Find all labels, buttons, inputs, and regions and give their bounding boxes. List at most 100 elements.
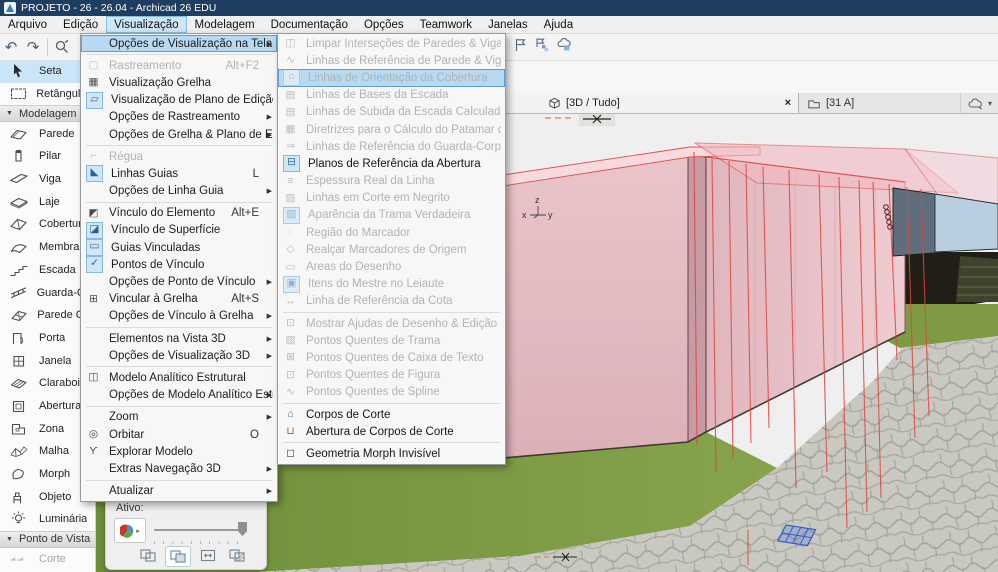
menu-item-opcoes-de-linha-guia[interactable]: Opções de Linha Guia ▶ (81, 183, 277, 200)
orbit-icon: ◎ (88, 428, 99, 441)
submenu-arrow-icon: ▶ (266, 313, 272, 321)
swap-compare-icon[interactable] (196, 546, 220, 565)
menu-item-label: Linhas Guias (111, 167, 179, 180)
menu-separator (86, 145, 272, 147)
zoom-tool-icon[interactable] (51, 37, 73, 57)
3d-cube-icon (548, 96, 561, 110)
hatch-compare-icon[interactable] (225, 546, 249, 565)
empty-icon-gutter (86, 410, 101, 425)
menu-item-opcoes-de-modelo-analitico-estrutural[interactable]: Opções de Modelo Analítico Estrutural▶ (81, 387, 277, 404)
undo-icon[interactable]: ↶ (0, 37, 22, 57)
element-snap-icon: ◩ (88, 206, 99, 219)
menu-item-vinculo-do-elemento[interactable]: ◩ Vínculo do Elemento Alt+E (81, 205, 277, 222)
menu-item-opcoes-de-visualizacao-na-tela[interactable]: Opções de Visualização na Tela ▶ (81, 35, 277, 53)
empty-icon-gutter (86, 331, 101, 346)
menu-item-label: Espessura Real da Linha (306, 175, 435, 188)
menu-item-label: Linhas em Corte em Negrito (306, 192, 450, 205)
menu-item-elementos-na-vista-3d[interactable]: Elementos na Vista 3D ▶ (81, 330, 277, 347)
menu-item-linhas-guias[interactable]: ◣ Linhas Guias L (81, 165, 277, 183)
menubar-item-visualizacao[interactable]: Visualização (106, 16, 187, 33)
cloud-icon[interactable] (967, 96, 984, 110)
menu-item-vincular-a-grelha[interactable]: ⊞ Vincular à Grelha Alt+S (81, 291, 277, 308)
menubar-item-edicao[interactable]: Edição (55, 16, 106, 33)
menu-separator (283, 442, 500, 444)
menu-item-label: Extras Navegação 3D (109, 462, 221, 475)
trace-icon: ▢ (88, 59, 99, 72)
menubar-item-teamwork[interactable]: Teamwork (412, 16, 480, 33)
svg-text:y: y (548, 210, 553, 220)
reference-picker[interactable]: ▸ (114, 518, 146, 543)
close-tab-icon[interactable]: × (785, 97, 791, 109)
ruler-icon: ⌐ (90, 150, 97, 163)
menubar-item-arquivo[interactable]: Arquivo (0, 16, 55, 33)
menu-item-opcoes-de-grelha-plano-de-edicao[interactable]: Opções de Grelha & Plano de Edição▶ (81, 126, 277, 143)
menu-bar: Arquivo Edição Visualização Modelagem Docume… (0, 16, 998, 34)
overlap-compare-icon[interactable] (165, 546, 191, 567)
menu-item-label: Diretrizes para o Cálculo do Patamar da … (306, 123, 501, 136)
menu-item-label: Opções de Visualização na Tela (109, 37, 273, 50)
menubar-item-documentacao[interactable]: Documentação (263, 16, 356, 33)
menu-item-explorar-modelo[interactable]: ϒ Explorar Modelo (81, 443, 277, 460)
submenu-arrow-icon: ▶ (266, 279, 272, 287)
ghost-compare-icon[interactable] (136, 546, 160, 565)
guide-lines-icon: ◣ (86, 165, 103, 183)
menu-item-geometria-morph-invisivel[interactable]: ◻ Geometria Morph Invisível (278, 445, 505, 462)
menu-separator (86, 201, 272, 203)
menu-item-opcoes-de-visualizacao-3d[interactable]: Opções de Visualização 3D ▶ (81, 347, 277, 364)
menu-item-label: Opções de Grelha & Plano de Edição (109, 128, 273, 141)
menu-item-opcoes-de-ponto-de-vinculo[interactable]: Opções de Ponto de Vínculo ▶ (81, 273, 277, 290)
empty-icon-gutter (86, 275, 101, 290)
menu-item-orbitar[interactable]: ◎ Orbitar O (81, 426, 277, 443)
redo-icon[interactable]: ↷ (22, 37, 44, 57)
svg-text:x: x (522, 210, 527, 220)
dropdown-caret-icon[interactable]: ▾ (988, 99, 992, 108)
railing-reference-icon: ⇒ (286, 140, 295, 153)
drawing-frames-icon: ▭ (285, 260, 296, 273)
toolbox-item-label: Luminária (39, 513, 88, 526)
menu-item-visualizacao-grelha[interactable]: ▦ Visualização Grelha (81, 74, 277, 91)
archicad-logo-icon (4, 2, 16, 14)
flag-icon[interactable] (513, 37, 528, 53)
opacity-slider-handle[interactable] (238, 522, 247, 536)
opacity-slider-track[interactable] (154, 529, 246, 531)
flag-elements-icon[interactable] (534, 37, 550, 53)
cutting-body-openings-icon: ⊔ (286, 425, 295, 438)
toolbox-item-label: Janela (39, 354, 72, 367)
menu-item-visualizacao-de-plano-de-edicao[interactable]: ▱ Visualização de Plano de Edição (81, 91, 277, 109)
toolbox-section-ponto-de-vista[interactable]: ▼ Ponto de Vista (0, 530, 95, 548)
menubar-item-ajuda[interactable]: Ajuda (536, 16, 581, 33)
toolbox-item-label: Viga (39, 173, 61, 186)
menu-item-modelo-analitico-estrutural[interactable]: ◫ Modelo Analítico Estrutural (81, 369, 277, 386)
menubar-item-modelagem[interactable]: Modelagem (187, 16, 263, 33)
menu-item-opcoes-de-rastreamento[interactable]: Opções de Rastreamento ▶ (81, 109, 277, 126)
menu-item-opcoes-de-vinculo-a-grelha[interactable]: Opções de Vínculo à Grelha ▶ (81, 308, 277, 325)
menu-item-label: Linhas de Referência do Guarda-Corpo (306, 140, 501, 153)
screen-options-submenu: ◫ Limpar Interseções de Paredes & Vigas ∿ L… (277, 33, 506, 465)
tab-31a[interactable]: [31 A] ▾ (799, 93, 998, 113)
stair-landing-guides-icon: ▦ (285, 123, 296, 136)
menu-item-label: Opções de Rastreamento (109, 111, 241, 124)
menu-item-espessura-real-da-linha: ≡ Espessura Real da Linha (278, 173, 505, 190)
toolbox-item-label: Malha (39, 445, 69, 458)
menubar-item-opcoes[interactable]: Opções (356, 16, 412, 33)
railing-icon (9, 285, 34, 301)
section-label: Modelagem (18, 107, 77, 120)
menu-item-label: Explorar Modelo (109, 445, 193, 458)
menu-item-pontos-de-vinculo[interactable]: ✓ Pontos de Vínculo (81, 256, 277, 274)
menu-item-areas-do-desenho: ▭ Áreas do Desenho (278, 258, 505, 275)
menu-item-planos-de-referencia-da-abertura[interactable]: ⊟ Planos de Referência da Abertura (278, 155, 505, 173)
menu-item-zoom[interactable]: Zoom ▶ (81, 409, 277, 426)
menu-item-label: Pontos de Vínculo (111, 258, 205, 271)
menu-item-atualizar[interactable]: Atualizar ▶ (81, 483, 277, 500)
cloud-object-icon[interactable] (556, 37, 573, 53)
menu-item-corpos-de-corte[interactable]: ⌂ Corpos de Corte (278, 406, 505, 423)
dimension-reference-icon: ↔ (285, 294, 296, 307)
menu-item-extras-navegacao-3d[interactable]: Extras Navegação 3D ▶ (81, 460, 277, 477)
editing-helpers-icon: ⊡ (286, 317, 295, 330)
menu-item-guias-vinculadas[interactable]: ▭ Guias Vinculadas (81, 239, 277, 257)
menu-item-vinculo-de-superficie[interactable]: ◪ Vínculo de Superfície (81, 221, 277, 239)
toolbox-item-luminaria[interactable]: Luminária (0, 508, 95, 531)
menubar-item-janelas[interactable]: Janelas (480, 16, 536, 33)
menu-item-abertura-de-corpos-de-corte[interactable]: ⊔ Abertura de Corpos de Corte (278, 423, 505, 440)
tab-3d-tudo[interactable]: [3D / Tudo] × (503, 93, 799, 113)
